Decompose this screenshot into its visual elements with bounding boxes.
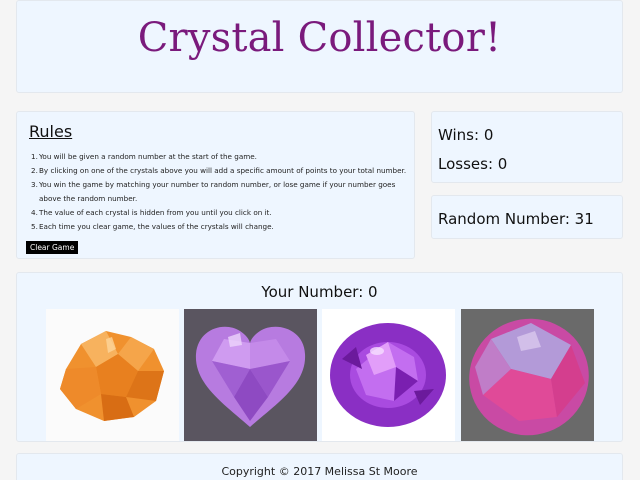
clear-game-button[interactable]: Clear Game <box>26 241 79 254</box>
rules-heading: Rules <box>29 122 73 141</box>
footer-panel: Copyright © 2017 Melissa St Moore <box>16 453 623 480</box>
oval-purple-crystal-button[interactable] <box>322 309 455 441</box>
rules-list: 1. You will be given a random number at t… <box>31 150 409 234</box>
page-title: Crystal Collector! <box>137 15 502 61</box>
rule-item: 4. The value of each crystal is hidden fr… <box>31 208 272 217</box>
rule-item: 1. You will be given a random number at t… <box>31 152 257 161</box>
heart-amethyst-crystal-button[interactable] <box>184 309 317 441</box>
random-number: Random Number: 31 <box>438 210 594 228</box>
oval-purple-crystal-icon <box>322 309 455 441</box>
pink-oval-crystal-button[interactable] <box>461 309 594 441</box>
rule-item: 3. You win the game by matching your numb… <box>31 180 396 203</box>
orange-crystal-icon <box>46 309 179 441</box>
header-panel: Crystal Collector! <box>16 0 623 93</box>
losses-counter: Losses: 0 <box>438 155 508 173</box>
wins-counter: Wins: 0 <box>438 126 494 144</box>
copyright-text: Copyright © 2017 Melissa St Moore <box>221 465 418 478</box>
your-number: Your Number: 0 <box>261 283 378 301</box>
score-panel: Wins: 0 Losses: 0 <box>431 111 623 183</box>
rules-panel: Rules 1. You will be given a random numbe… <box>16 111 415 259</box>
random-number-panel: Random Number: 31 <box>431 195 623 239</box>
heart-amethyst-crystal-icon <box>184 309 317 441</box>
crystals-panel: Your Number: 0 <box>16 272 623 442</box>
rule-item: 2. By clicking on one of the crystals abo… <box>31 166 407 175</box>
pink-oval-crystal-icon <box>461 309 594 441</box>
orange-crystal-button[interactable] <box>46 309 179 441</box>
rule-item: 5. Each time you clear game, the values o… <box>31 222 274 231</box>
